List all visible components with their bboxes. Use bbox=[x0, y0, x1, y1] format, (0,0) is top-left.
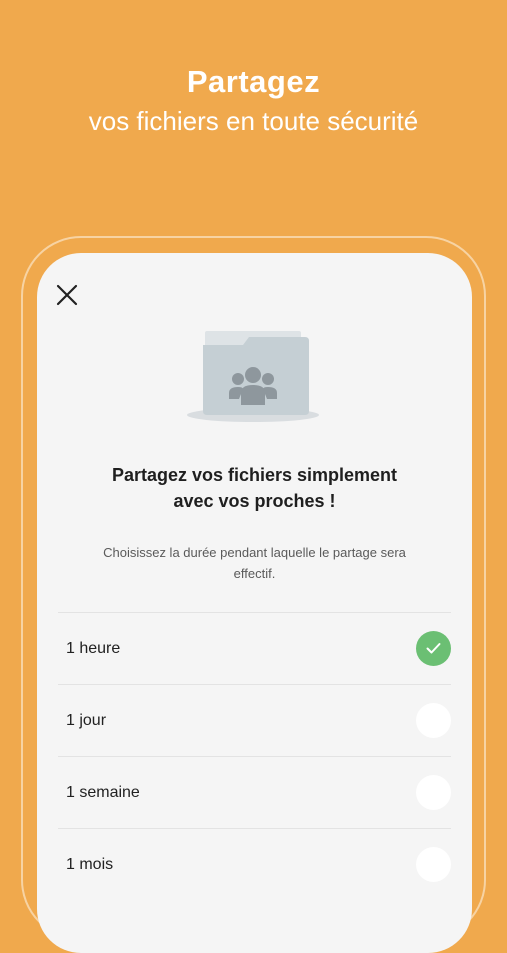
option-label: 1 heure bbox=[66, 640, 121, 657]
close-icon[interactable] bbox=[55, 283, 79, 307]
promo-title: Partagez bbox=[186, 64, 321, 99]
dialog-heading: Partagez vos fichiers simplement avec vo… bbox=[57, 462, 452, 514]
option-1-heure[interactable]: 1 heure bbox=[58, 612, 451, 684]
option-label: 1 semaine bbox=[66, 784, 140, 801]
radio-unchecked-icon[interactable] bbox=[416, 703, 451, 738]
dialog-description-line2: effectif. bbox=[233, 566, 276, 581]
radio-checked-icon[interactable] bbox=[416, 631, 451, 666]
radio-unchecked-icon[interactable] bbox=[416, 775, 451, 810]
duration-options: 1 heure 1 jour 1 semaine 1 mois bbox=[58, 612, 451, 900]
option-label: 1 mois bbox=[66, 856, 114, 873]
radio-unchecked-icon[interactable] bbox=[416, 847, 451, 882]
dialog-description: Choisissez la durée pendant laquelle le … bbox=[67, 542, 442, 584]
promo-subtitle: vos fichiers en toute sécurité bbox=[88, 106, 419, 136]
option-label: 1 jour bbox=[66, 712, 107, 729]
dialog-heading-line2: avec vos proches ! bbox=[173, 491, 336, 511]
option-1-jour[interactable]: 1 jour bbox=[58, 684, 451, 756]
option-1-mois[interactable]: 1 mois bbox=[58, 828, 451, 900]
option-1-semaine[interactable]: 1 semaine bbox=[58, 756, 451, 828]
shared-folder-icon bbox=[185, 327, 325, 427]
share-duration-dialog: Partagez vos fichiers simplement avec vo… bbox=[37, 253, 472, 953]
dialog-description-line1: Choisissez la durée pendant laquelle le … bbox=[103, 545, 406, 560]
dialog-heading-line1: Partagez vos fichiers simplement bbox=[111, 465, 398, 485]
